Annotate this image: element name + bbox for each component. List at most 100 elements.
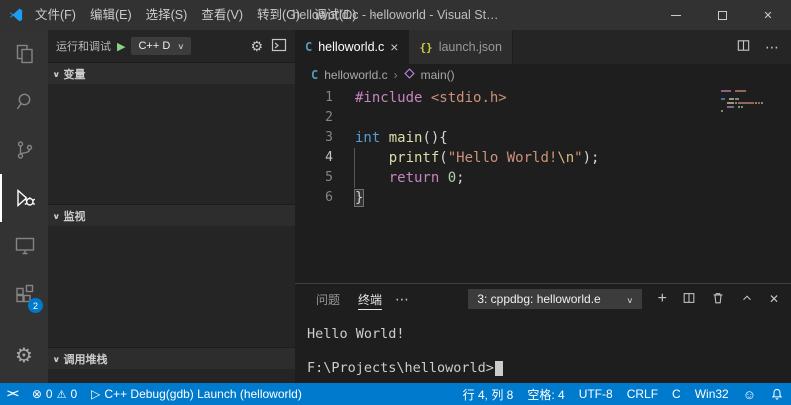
menu-view[interactable]: 查看(V)	[194, 0, 250, 30]
maximize-panel-chevron-icon[interactable]	[740, 291, 754, 308]
line-number[interactable]: 1	[295, 88, 333, 108]
debug-console-icon[interactable]	[271, 37, 287, 56]
maximize-icon	[717, 10, 727, 20]
tab-launch-json[interactable]: {} launch.json	[409, 30, 513, 64]
activity-run-debug-icon[interactable]	[0, 174, 48, 222]
indent-guide	[354, 148, 355, 188]
code-line[interactable]: 4 printf("Hello World!\n");	[295, 148, 791, 168]
code-line[interactable]: 5 return 0;	[295, 168, 791, 188]
extensions-badge: 2	[28, 298, 43, 313]
code-text: int main(){	[355, 128, 448, 148]
tab-helloworld-c[interactable]: C helloworld.c	[295, 30, 410, 64]
terminal-picker-dropdown[interactable]: 3: cppdbg: helloworld.e	[468, 289, 642, 309]
terminal[interactable]: Hello World! F:\Projects\helloworld>	[295, 314, 791, 383]
language-mode-status[interactable]: C	[665, 383, 688, 405]
breadcrumb-file[interactable]: helloworld.c	[324, 68, 387, 82]
line-number[interactable]: 6	[295, 188, 333, 208]
variables-body	[48, 84, 295, 204]
indentation-status[interactable]: 空格: 4	[520, 383, 571, 405]
panel-header: 问题 终端 3: cppdbg: helloworld.e	[295, 284, 791, 314]
minimize-icon	[671, 14, 681, 16]
settings-gear-icon[interactable]	[15, 335, 33, 375]
panel: 问题 终端 3: cppdbg: helloworld.e	[295, 283, 791, 383]
code-token-bracket-match: }	[353, 189, 365, 207]
menu-file[interactable]: 文件(F)	[28, 0, 83, 30]
chevron-down-icon	[178, 40, 184, 52]
menu-edit[interactable]: 编辑(E)	[83, 0, 139, 30]
watch-body	[48, 226, 295, 347]
tab-close-icon[interactable]	[390, 39, 398, 55]
code-text: }	[353, 188, 365, 208]
chevron-down-icon	[53, 68, 60, 80]
kill-terminal-trash-icon[interactable]	[711, 291, 725, 308]
notifications-bell-icon[interactable]	[763, 383, 791, 405]
activity-remote-explorer-icon[interactable]	[0, 222, 48, 270]
status-right: 行 4, 列 8 空格: 4 UTF-8 CRLF C Win32	[456, 383, 791, 405]
terminal-picker-label: 3: cppdbg: helloworld.e	[477, 292, 601, 306]
maximize-button[interactable]	[699, 0, 745, 30]
section-watch[interactable]: 监视	[48, 204, 295, 226]
sidebar-header-actions	[250, 37, 287, 56]
platform-status[interactable]: Win32	[688, 383, 736, 405]
activity-extensions-icon[interactable]: 2	[0, 270, 48, 318]
title-bar: 文件(F) 编辑(E) 选择(S) 查看(V) 转到(G) 调试(D) hell…	[0, 0, 791, 30]
error-count: 0	[45, 387, 53, 401]
encoding-status[interactable]: UTF-8	[572, 383, 620, 405]
split-editor-icon[interactable]	[736, 38, 751, 56]
code-text: printf("Hello World!\n");	[355, 148, 600, 168]
configure-gear-icon[interactable]	[250, 38, 263, 55]
code-editor[interactable]: 1 #include <stdio.h> 2 3 int main(){ 4 p…	[295, 86, 791, 283]
minimap[interactable]	[721, 90, 779, 114]
section-call-stack[interactable]: 调用堆栈	[48, 347, 295, 369]
terminal-cursor	[494, 360, 503, 376]
debug-launch-status[interactable]: C++ Debug(gdb) Launch (helloworld)	[84, 383, 309, 405]
eol-status[interactable]: CRLF	[620, 383, 665, 405]
code-token: );	[582, 150, 600, 166]
tab-terminal[interactable]: 终端	[349, 284, 391, 314]
run-debug-sidebar: 运行和调试 C++ D 变量 监视	[48, 30, 295, 383]
remote-indicator[interactable]: ><	[0, 383, 25, 405]
cursor-position-status[interactable]: 行 4, 列 8	[456, 383, 521, 405]
panel-actions	[658, 291, 779, 308]
feedback-icon[interactable]	[736, 383, 763, 405]
line-number[interactable]: 5	[295, 168, 333, 188]
terminal-output-line: Hello World!	[307, 326, 405, 342]
start-debug-icon[interactable]	[117, 39, 125, 53]
panel-more-icon[interactable]	[395, 291, 409, 308]
more-actions-icon[interactable]	[765, 39, 779, 56]
breadcrumb-symbol[interactable]: main()	[421, 68, 455, 82]
activity-search-icon[interactable]	[0, 78, 48, 126]
chevron-down-icon	[53, 210, 60, 222]
code-text: return 0;	[355, 168, 465, 188]
editor-tab-bar: C helloworld.c {} launch.json	[295, 30, 791, 64]
activity-source-control-icon[interactable]	[0, 126, 48, 174]
close-button[interactable]	[745, 0, 791, 30]
menu-selection[interactable]: 选择(S)	[139, 0, 195, 30]
line-number[interactable]: 3	[295, 128, 333, 148]
close-panel-icon[interactable]	[769, 292, 779, 306]
gear-icon	[15, 343, 33, 368]
launch-config-dropdown[interactable]: C++ D	[131, 37, 192, 55]
split-terminal-icon[interactable]	[682, 291, 696, 308]
new-terminal-icon[interactable]	[658, 291, 667, 307]
vscode-window: 文件(F) 编辑(E) 选择(S) 查看(V) 转到(G) 调试(D) hell…	[0, 0, 791, 405]
c-file-icon: C	[311, 68, 319, 82]
line-number[interactable]: 2	[295, 108, 333, 128]
close-icon	[763, 8, 772, 22]
code-line[interactable]: 2	[295, 108, 791, 128]
breadcrumb-separator-icon	[394, 68, 398, 82]
tab-label: launch.json	[438, 40, 502, 54]
problems-status[interactable]: 0 0	[25, 383, 84, 405]
tab-problems[interactable]: 问题	[307, 284, 349, 314]
editor-actions	[724, 30, 791, 64]
minimize-button[interactable]	[653, 0, 699, 30]
line-number-active[interactable]: 4	[295, 148, 333, 168]
code-line[interactable]: 1 #include <stdio.h>	[295, 88, 791, 108]
code-line[interactable]: 3 int main(){	[295, 128, 791, 148]
code-line[interactable]: 6 }	[295, 188, 791, 208]
section-variables[interactable]: 变量	[48, 62, 295, 84]
activity-explorer-icon[interactable]	[0, 30, 48, 78]
